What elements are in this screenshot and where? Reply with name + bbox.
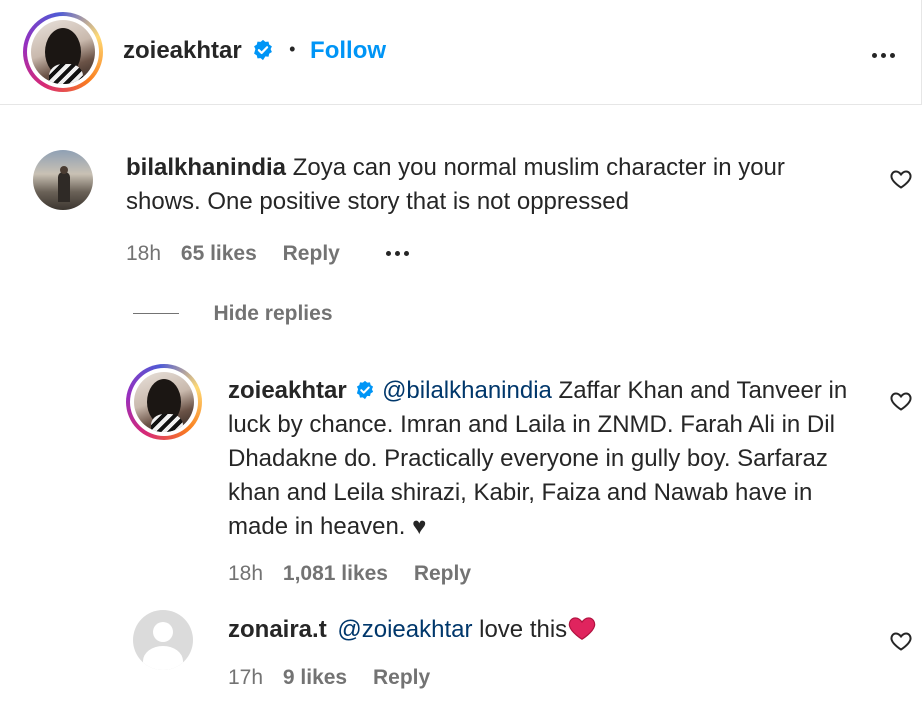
replies-divider-line bbox=[133, 313, 179, 314]
comment-username[interactable]: bilalkhanindia bbox=[126, 154, 286, 181]
hide-replies-label[interactable]: Hide replies bbox=[213, 302, 332, 325]
reply-username[interactable]: zonaira.t bbox=[228, 616, 327, 643]
reply-reply-button[interactable]: Reply bbox=[373, 666, 430, 689]
comment-more-icon[interactable] bbox=[385, 238, 413, 261]
reply-item: zoieakhtar @bilalkhanindia Zaffar Khan a… bbox=[0, 362, 923, 592]
comment-reply-button[interactable]: Reply bbox=[283, 242, 340, 265]
reply-likes[interactable]: 1,081 likes bbox=[283, 562, 388, 585]
verified-badge-icon bbox=[254, 39, 273, 60]
commenter-avatar[interactable] bbox=[33, 150, 93, 210]
reply-likes[interactable]: 9 likes bbox=[283, 666, 347, 689]
reply-text: love this bbox=[472, 616, 568, 643]
post-header: zoieakhtar • Follow bbox=[0, 0, 922, 105]
more-options-icon[interactable] bbox=[872, 45, 912, 58]
header-username[interactable]: zoieakhtar bbox=[123, 37, 242, 64]
like-heart-icon[interactable] bbox=[889, 167, 913, 191]
like-heart-icon[interactable] bbox=[889, 389, 913, 413]
reply-username[interactable]: zoieakhtar bbox=[228, 377, 347, 404]
default-avatar-icon[interactable] bbox=[133, 610, 193, 670]
reply-reply-button[interactable]: Reply bbox=[414, 562, 471, 585]
like-heart-icon[interactable] bbox=[889, 629, 913, 653]
header-separator: • bbox=[289, 39, 296, 59]
reply-mention-link[interactable]: @zoieakhtar bbox=[337, 616, 472, 643]
comment-likes[interactable]: 65 likes bbox=[181, 242, 257, 265]
reply-time[interactable]: 18h bbox=[228, 562, 263, 585]
profile-avatar[interactable] bbox=[23, 12, 103, 92]
reply-item: zonaira.t @zoieakhtar love this 17h 9 li… bbox=[0, 605, 923, 705]
reply-time[interactable]: 17h bbox=[228, 666, 263, 689]
reply-avatar[interactable] bbox=[126, 364, 202, 440]
reply-mention-link[interactable]: @bilalkhanindia bbox=[382, 377, 552, 404]
comment-item: bilalkhanindia Zoya can you normal musli… bbox=[0, 140, 923, 270]
hide-replies-toggle[interactable]: Hide replies bbox=[133, 302, 333, 330]
verified-badge-icon bbox=[357, 380, 374, 399]
comment-time[interactable]: 18h bbox=[126, 242, 161, 265]
red-heart-emoji-icon bbox=[568, 617, 596, 640]
follow-button[interactable]: Follow bbox=[310, 37, 386, 64]
